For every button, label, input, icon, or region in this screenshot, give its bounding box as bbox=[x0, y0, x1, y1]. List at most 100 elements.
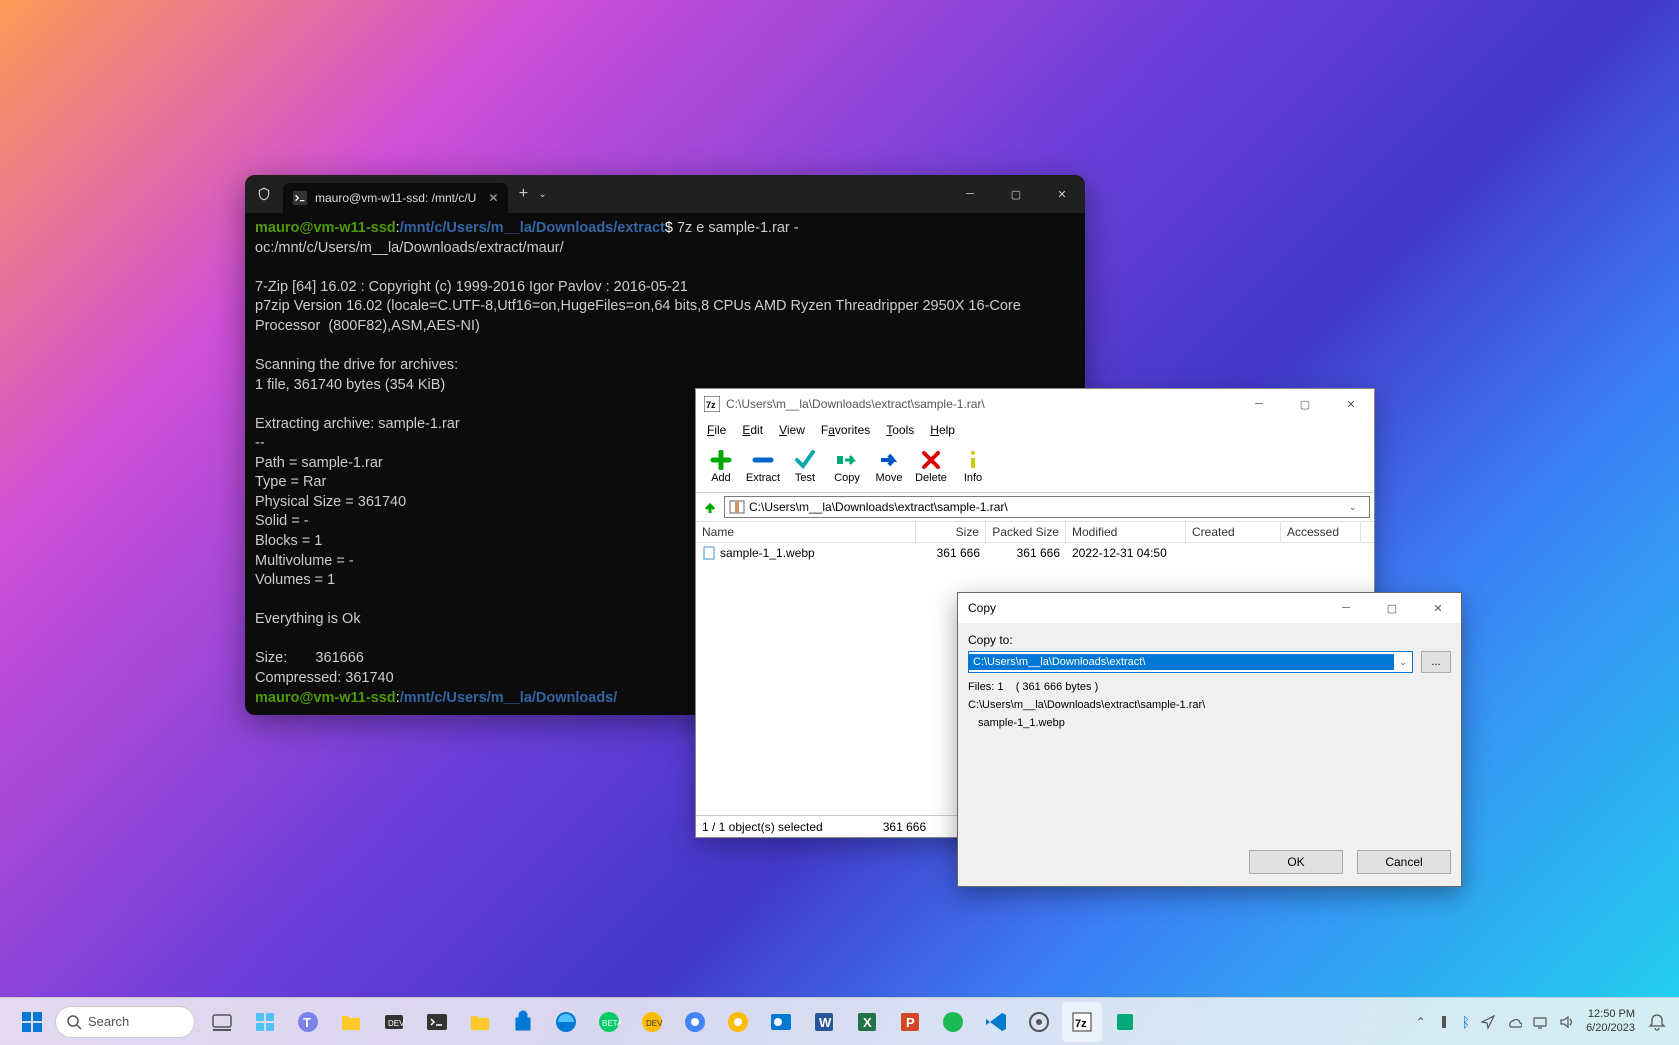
svg-text:7z: 7z bbox=[1075, 1018, 1087, 1030]
destination-path: C:\Users\m__la\Downloads\extract\ bbox=[969, 654, 1394, 670]
edge-beta-button[interactable]: BETA bbox=[589, 1002, 629, 1042]
svg-text:DEV: DEV bbox=[388, 1019, 405, 1028]
app-button[interactable] bbox=[1105, 1002, 1145, 1042]
maximize-button[interactable]: ▢ bbox=[1369, 593, 1415, 623]
chrome-canary-button[interactable] bbox=[718, 1002, 758, 1042]
addressbar[interactable]: C:\Users\m__la\Downloads\extract\sample-… bbox=[724, 496, 1370, 518]
explorer-folder-button[interactable] bbox=[460, 1002, 500, 1042]
location-icon[interactable] bbox=[1480, 1014, 1496, 1030]
info-button[interactable]: Info bbox=[952, 450, 994, 484]
widgets-icon bbox=[253, 1010, 277, 1034]
terminal-app-button[interactable] bbox=[417, 1002, 457, 1042]
word-button[interactable]: W bbox=[804, 1002, 844, 1042]
onedrive-icon[interactable] bbox=[1506, 1014, 1522, 1030]
chevron-down-icon[interactable]: ⌄ bbox=[1349, 502, 1365, 513]
header-modified[interactable]: Modified bbox=[1066, 522, 1186, 542]
terminal-tab[interactable]: mauro@vm-w11-ssd: /mnt/c/U ✕ bbox=[283, 183, 508, 213]
copy-button[interactable]: Copy bbox=[826, 450, 868, 484]
excel-button[interactable]: X bbox=[847, 1002, 887, 1042]
notifications-icon[interactable] bbox=[1647, 1012, 1667, 1032]
minimize-button[interactable]: ─ bbox=[1323, 593, 1369, 623]
move-button[interactable]: Move bbox=[868, 450, 910, 484]
widgets-button[interactable] bbox=[245, 1002, 285, 1042]
chevron-up-icon[interactable]: ⌃ bbox=[1416, 1015, 1426, 1029]
output-line: Multivolume = - bbox=[255, 553, 354, 569]
maximize-button[interactable]: ▢ bbox=[1282, 389, 1328, 419]
powerpoint-button[interactable]: P bbox=[890, 1002, 930, 1042]
explorer-button[interactable] bbox=[331, 1002, 371, 1042]
output-line: p7zip Version 16.02 (locale=C.UTF-8,Utf1… bbox=[255, 298, 1025, 334]
start-button[interactable] bbox=[12, 1002, 52, 1042]
new-tab-button[interactable]: + bbox=[508, 185, 538, 203]
close-button[interactable]: ✕ bbox=[1328, 389, 1374, 419]
chrome-icon bbox=[683, 1010, 707, 1034]
file-name: sample-1_1.webp bbox=[720, 546, 815, 560]
outlook-button[interactable] bbox=[761, 1002, 801, 1042]
edge-dev-button[interactable]: DEV bbox=[632, 1002, 672, 1042]
edge-button[interactable] bbox=[546, 1002, 586, 1042]
maximize-button[interactable]: ▢ bbox=[993, 178, 1039, 210]
status-selection: 1 / 1 object(s) selected bbox=[702, 820, 823, 834]
menu-file[interactable]: File bbox=[700, 421, 733, 439]
header-packed[interactable]: Packed Size bbox=[986, 522, 1066, 542]
menu-favorites[interactable]: Favorites bbox=[814, 421, 877, 439]
usb-icon[interactable] bbox=[1436, 1014, 1452, 1030]
delete-button[interactable]: Delete bbox=[910, 450, 952, 484]
header-created[interactable]: Created bbox=[1186, 522, 1281, 542]
archive-icon bbox=[729, 499, 745, 515]
add-button[interactable]: Add bbox=[700, 450, 742, 484]
terminal-titlebar[interactable]: mauro@vm-w11-ssd: /mnt/c/U ✕ + ⌄ ─ ▢ ✕ bbox=[245, 175, 1085, 213]
system-tray[interactable]: ⌃ ᛒ bbox=[1416, 1014, 1574, 1030]
sevenzip-titlebar[interactable]: 7z C:\Users\m__la\Downloads\extract\samp… bbox=[696, 389, 1374, 419]
output-line: Scanning the drive for archives: bbox=[255, 357, 458, 373]
chrome-button[interactable] bbox=[675, 1002, 715, 1042]
search-button[interactable]: Search bbox=[55, 1006, 195, 1038]
file-icon bbox=[702, 546, 716, 560]
browse-button[interactable]: ... bbox=[1421, 651, 1451, 673]
header-name[interactable]: Name bbox=[696, 522, 916, 542]
ok-button[interactable]: OK bbox=[1249, 850, 1343, 874]
task-view-button[interactable] bbox=[202, 1002, 242, 1042]
output-line: Solid = - bbox=[255, 513, 309, 529]
volume-icon[interactable] bbox=[1558, 1014, 1574, 1030]
network-icon[interactable] bbox=[1532, 1014, 1548, 1030]
close-button[interactable]: ✕ bbox=[1039, 178, 1085, 210]
cancel-button[interactable]: Cancel bbox=[1357, 850, 1451, 874]
dialog-titlebar[interactable]: Copy ─ ▢ ✕ bbox=[958, 593, 1461, 623]
test-button[interactable]: Test bbox=[784, 450, 826, 484]
vscode-button[interactable] bbox=[976, 1002, 1016, 1042]
destination-combo[interactable]: C:\Users\m__la\Downloads\extract\ ⌄ bbox=[968, 651, 1413, 673]
bytes-count: ( 361 666 bytes ) bbox=[1016, 681, 1099, 693]
menu-edit[interactable]: Edit bbox=[735, 421, 770, 439]
teams-icon: T bbox=[296, 1010, 320, 1034]
tab-dropdown-icon[interactable]: ⌄ bbox=[538, 189, 558, 200]
clock[interactable]: 12:50 PM 6/20/2023 bbox=[1586, 1008, 1635, 1034]
extract-button[interactable]: Extract bbox=[742, 450, 784, 484]
prompt-path: /mnt/c/Users/m__la/Downloads/extract bbox=[400, 220, 665, 236]
settings-app-button[interactable] bbox=[1019, 1002, 1059, 1042]
copy-arrow-icon bbox=[835, 450, 859, 470]
menu-view[interactable]: View bbox=[772, 421, 812, 439]
close-button[interactable]: ✕ bbox=[1415, 593, 1461, 623]
minimize-button[interactable]: ─ bbox=[947, 178, 993, 210]
chevron-down-icon[interactable]: ⌄ bbox=[1394, 657, 1412, 668]
header-accessed[interactable]: Accessed bbox=[1281, 522, 1361, 542]
file-row[interactable]: sample-1_1.webp 361 666 361 666 2022-12-… bbox=[696, 543, 1374, 563]
bluetooth-icon[interactable]: ᛒ bbox=[1462, 1014, 1470, 1030]
menu-tools[interactable]: Tools bbox=[879, 421, 921, 439]
dev-home-button[interactable]: DEV bbox=[374, 1002, 414, 1042]
prompt-path: /mnt/c/Users/m__la/Downloads/ bbox=[400, 690, 618, 706]
header-size[interactable]: Size bbox=[916, 522, 986, 542]
menu-help[interactable]: Help bbox=[923, 421, 962, 439]
store-icon bbox=[511, 1010, 535, 1034]
close-tab-icon[interactable]: ✕ bbox=[488, 191, 498, 205]
up-arrow-icon[interactable] bbox=[700, 497, 720, 517]
vscode-icon bbox=[984, 1010, 1008, 1034]
sevenzip-app-button[interactable]: 7z bbox=[1062, 1002, 1102, 1042]
spotify-button[interactable] bbox=[933, 1002, 973, 1042]
chat-button[interactable]: T bbox=[288, 1002, 328, 1042]
store-button[interactable] bbox=[503, 1002, 543, 1042]
dev-icon: DEV bbox=[382, 1010, 406, 1034]
taskbar: Search T DEV BETA DEV W X P 7z ⌃ ᛒ bbox=[0, 997, 1679, 1045]
minimize-button[interactable]: ─ bbox=[1236, 389, 1282, 419]
